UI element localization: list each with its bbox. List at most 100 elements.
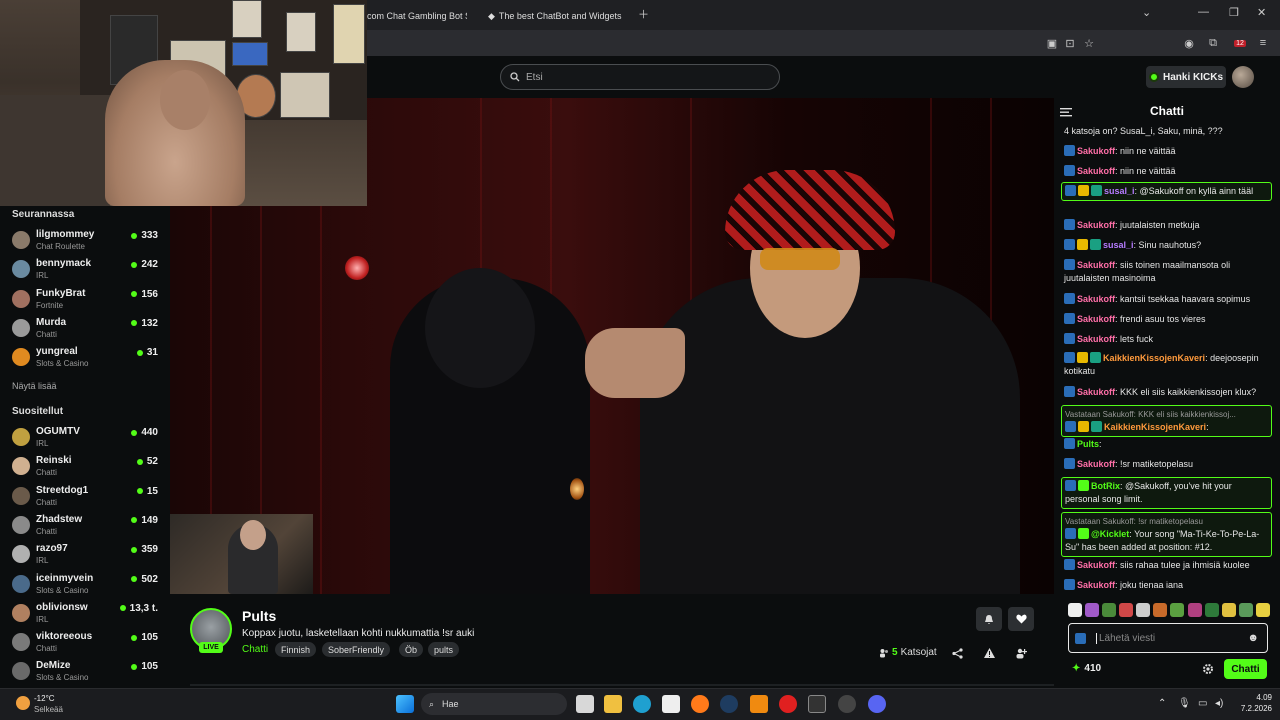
network-icon[interactable]: ▭ <box>1198 698 1207 709</box>
chat-username[interactable]: Sakukoff <box>1077 580 1115 590</box>
emote-icon[interactable] <box>1238 603 1253 617</box>
firefox-icon[interactable] <box>691 695 709 713</box>
bookmark-star-icon[interactable]: ☆ <box>1081 35 1097 51</box>
emote-icon[interactable] <box>1204 603 1219 617</box>
discord-icon[interactable] <box>868 695 886 713</box>
task-view-icon[interactable] <box>576 695 594 713</box>
menu-icon[interactable]: ≡ <box>1255 35 1271 51</box>
store-icon[interactable] <box>662 695 680 713</box>
chat-username[interactable]: KaikkienKissojenKaveri <box>1103 353 1205 363</box>
start-icon[interactable] <box>396 695 414 713</box>
channel-category: Chatti <box>36 497 57 507</box>
chat-username[interactable]: Sakukoff <box>1077 459 1115 469</box>
sidebar-channel-item[interactable]: viktoreeous Chatti 105 <box>12 631 162 659</box>
emote-icon[interactable] <box>1221 603 1236 617</box>
tag-finnish[interactable]: Finnish <box>275 642 317 657</box>
chat-username[interactable]: susal_i <box>1103 240 1134 250</box>
chat-username[interactable]: Sakukoff <box>1077 166 1115 176</box>
emote-icon[interactable] <box>1068 603 1082 617</box>
clock[interactable]: 4.09 7.2.2026 <box>1241 692 1272 714</box>
screenshot-icon[interactable]: ▣ <box>1044 35 1060 51</box>
taskbar-search[interactable]: ⌕ Hae <box>421 693 567 715</box>
terminal-icon[interactable] <box>808 695 826 713</box>
chat-username[interactable]: KaikkienKissojenKaveri <box>1104 422 1206 432</box>
extensions-icon[interactable]: ⧉ <box>1205 35 1221 51</box>
sidebar-channel-item[interactable]: Reinski Chatti 52 <box>12 455 162 483</box>
emote-icon[interactable] <box>1119 603 1134 617</box>
sidebar-channel-item[interactable]: Zhadstew Chatti 149 <box>12 514 162 542</box>
install-app-icon[interactable]: ⊡ <box>1062 35 1078 51</box>
emoji-icon[interactable]: ☻ <box>1247 632 1259 644</box>
chat-username[interactable]: Sakukoff <box>1077 314 1115 324</box>
opera-icon[interactable] <box>779 695 797 713</box>
sidebar-channel-item[interactable]: Murda Chatti 132 <box>12 317 162 345</box>
chat-input[interactable]: Lähetä viesti ☻ <box>1068 623 1268 653</box>
account-icon[interactable]: ◉ <box>1181 35 1197 51</box>
chat-username[interactable]: Sakukoff <box>1077 387 1115 397</box>
tag-ob[interactable]: Öb <box>399 642 424 657</box>
gear-icon[interactable] <box>1202 663 1214 675</box>
maximize-icon[interactable]: ❐ <box>1229 6 1239 19</box>
sidebar-channel-item[interactable]: yungreal Slots & Casino 31 <box>12 346 162 374</box>
avatar[interactable] <box>1232 66 1254 88</box>
close-window-icon[interactable]: ✕ <box>1257 6 1266 19</box>
vlc-icon[interactable] <box>750 695 768 713</box>
chat-username[interactable]: Sakukoff <box>1077 294 1115 304</box>
chat-username[interactable]: Sakukoff <box>1077 146 1115 156</box>
sidebar-channel-item[interactable]: razo97 IRL 359 <box>12 543 162 571</box>
kick-badge-icon <box>1064 333 1075 344</box>
chat-username[interactable]: Sakukoff <box>1077 334 1115 344</box>
emote-icon[interactable] <box>1085 603 1100 617</box>
sidebar-channel-item[interactable]: bennymack IRL 242 <box>12 258 162 286</box>
minimize-icon[interactable]: — <box>1198 6 1209 18</box>
channel-points[interactable]: ✦ 410 <box>1072 663 1101 674</box>
gift-sub-icon[interactable] <box>1014 646 1028 660</box>
sidebar-channel-item[interactable]: oblivionsw IRL 13,3 t. <box>12 602 162 630</box>
chat-username[interactable]: susal_i <box>1104 186 1135 196</box>
report-icon[interactable] <box>982 646 996 660</box>
streamer-name[interactable]: Pults <box>242 608 276 624</box>
get-kicks-button[interactable]: Hanki KICKs <box>1146 66 1226 88</box>
emote-icon[interactable] <box>1136 603 1151 617</box>
notification-bell-button[interactable] <box>976 607 1002 631</box>
sidebar-channel-item[interactable]: DeMize Slots & Casino 105 <box>12 660 162 688</box>
sidebar-channel-item[interactable]: OGUMTV IRL 440 <box>12 426 162 454</box>
emote-icon[interactable] <box>1255 603 1270 617</box>
chat-username[interactable]: @Kicklet <box>1091 529 1129 539</box>
search-input[interactable]: Etsi <box>500 64 780 90</box>
extension-badge-icon[interactable]: 12 <box>1232 35 1248 51</box>
file-explorer-icon[interactable] <box>604 695 622 713</box>
follow-button[interactable] <box>1008 607 1034 631</box>
emote-icon[interactable] <box>1153 603 1168 617</box>
browser-tab[interactable]: com Chat Gambling Bot Se✕ <box>367 4 467 28</box>
emote-icon[interactable] <box>1170 603 1185 617</box>
show-more-link[interactable]: Näytä lisää <box>12 381 57 391</box>
microphone-icon[interactable]: 🎙 <box>1178 698 1191 709</box>
tag-soberfriendly[interactable]: SoberFriendly <box>322 642 391 657</box>
edge-icon[interactable] <box>633 695 651 713</box>
sidebar-channel-item[interactable]: lilgmommey Chat Roulette 333 <box>12 229 162 257</box>
browser-tab[interactable]: ◆The best ChatBot and Widgets✕ <box>488 4 628 28</box>
chat-send-button[interactable]: Chatti <box>1224 659 1267 679</box>
stream-category[interactable]: Chatti <box>242 644 268 655</box>
volume-icon[interactable]: ◂) <box>1215 698 1223 709</box>
chat-username[interactable]: Pults <box>1077 439 1099 449</box>
chat-username[interactable]: Sakukoff <box>1077 560 1115 570</box>
weather-widget[interactable]: -12°C Selkeää <box>14 692 74 718</box>
sidebar-channel-item[interactable]: Streetdog1 Chatti 15 <box>12 485 162 513</box>
obs-icon[interactable] <box>838 695 856 713</box>
chat-username[interactable]: BotRix <box>1091 481 1120 491</box>
chat-message: Sakukoff: kantsii tsekkaa haavara sopimu… <box>1064 293 1270 306</box>
new-tab-icon[interactable]: ＋ <box>638 6 649 22</box>
tab-list-icon[interactable]: ⌄ <box>1142 6 1151 19</box>
share-icon[interactable] <box>950 646 964 660</box>
sidebar-channel-item[interactable]: iceinmyvein Slots & Casino 502 <box>12 573 162 601</box>
emote-icon[interactable] <box>1102 603 1117 617</box>
steam-icon[interactable] <box>720 695 738 713</box>
tag-pults[interactable]: pults <box>428 642 460 657</box>
emote-icon[interactable] <box>1187 603 1202 617</box>
tray-chevron-icon[interactable]: ⌃ <box>1158 698 1166 709</box>
chat-username[interactable]: Sakukoff <box>1077 260 1115 270</box>
chat-username[interactable]: Sakukoff <box>1077 220 1115 230</box>
sidebar-channel-item[interactable]: FunkyBrat Fortnite 156 <box>12 288 162 316</box>
